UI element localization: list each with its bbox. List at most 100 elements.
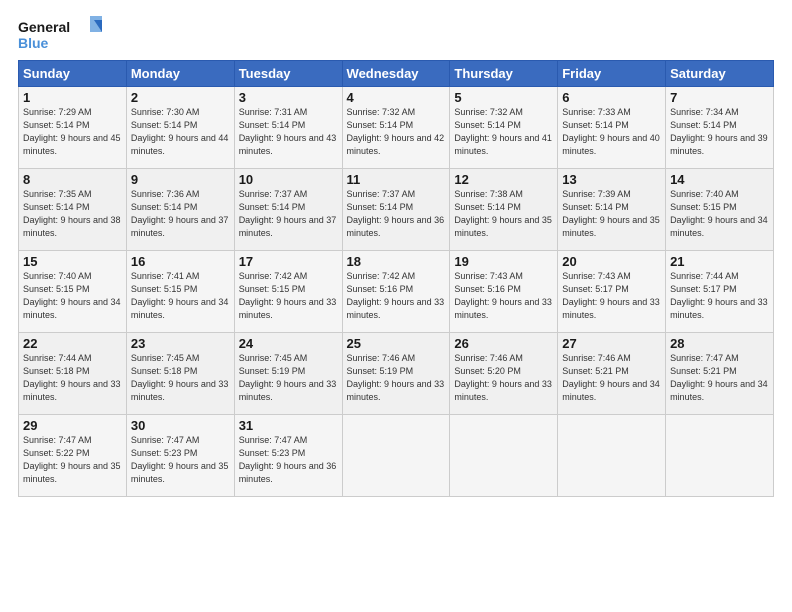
week-row-2: 8Sunrise: 7:35 AMSunset: 5:14 PMDaylight…	[19, 169, 774, 251]
col-header-monday: Monday	[126, 61, 234, 87]
day-cell: 9Sunrise: 7:36 AMSunset: 5:14 PMDaylight…	[126, 169, 234, 251]
col-header-saturday: Saturday	[666, 61, 774, 87]
day-number: 15	[23, 254, 122, 269]
day-number: 9	[131, 172, 230, 187]
day-number: 2	[131, 90, 230, 105]
day-info: Sunrise: 7:32 AMSunset: 5:14 PMDaylight:…	[347, 106, 446, 158]
day-cell: 15Sunrise: 7:40 AMSunset: 5:15 PMDayligh…	[19, 251, 127, 333]
day-number: 6	[562, 90, 661, 105]
day-info: Sunrise: 7:31 AMSunset: 5:14 PMDaylight:…	[239, 106, 338, 158]
day-info: Sunrise: 7:37 AMSunset: 5:14 PMDaylight:…	[239, 188, 338, 240]
week-row-3: 15Sunrise: 7:40 AMSunset: 5:15 PMDayligh…	[19, 251, 774, 333]
day-number: 21	[670, 254, 769, 269]
day-cell	[342, 415, 450, 497]
day-info: Sunrise: 7:34 AMSunset: 5:14 PMDaylight:…	[670, 106, 769, 158]
day-number: 26	[454, 336, 553, 351]
day-number: 8	[23, 172, 122, 187]
day-cell: 20Sunrise: 7:43 AMSunset: 5:17 PMDayligh…	[558, 251, 666, 333]
day-info: Sunrise: 7:40 AMSunset: 5:15 PMDaylight:…	[23, 270, 122, 322]
day-info: Sunrise: 7:45 AMSunset: 5:18 PMDaylight:…	[131, 352, 230, 404]
day-cell: 18Sunrise: 7:42 AMSunset: 5:16 PMDayligh…	[342, 251, 450, 333]
day-cell: 23Sunrise: 7:45 AMSunset: 5:18 PMDayligh…	[126, 333, 234, 415]
day-info: Sunrise: 7:37 AMSunset: 5:14 PMDaylight:…	[347, 188, 446, 240]
day-cell	[558, 415, 666, 497]
day-number: 18	[347, 254, 446, 269]
day-info: Sunrise: 7:44 AMSunset: 5:17 PMDaylight:…	[670, 270, 769, 322]
calendar-page: General Blue SundayMondayTuesdayWednesda…	[0, 0, 792, 612]
day-cell: 14Sunrise: 7:40 AMSunset: 5:15 PMDayligh…	[666, 169, 774, 251]
day-info: Sunrise: 7:47 AMSunset: 5:23 PMDaylight:…	[131, 434, 230, 486]
calendar-table: SundayMondayTuesdayWednesdayThursdayFrid…	[18, 60, 774, 497]
header-row: SundayMondayTuesdayWednesdayThursdayFrid…	[19, 61, 774, 87]
day-number: 28	[670, 336, 769, 351]
day-cell: 8Sunrise: 7:35 AMSunset: 5:14 PMDaylight…	[19, 169, 127, 251]
day-number: 17	[239, 254, 338, 269]
day-cell: 11Sunrise: 7:37 AMSunset: 5:14 PMDayligh…	[342, 169, 450, 251]
col-header-tuesday: Tuesday	[234, 61, 342, 87]
day-cell: 3Sunrise: 7:31 AMSunset: 5:14 PMDaylight…	[234, 87, 342, 169]
day-number: 25	[347, 336, 446, 351]
day-cell: 21Sunrise: 7:44 AMSunset: 5:17 PMDayligh…	[666, 251, 774, 333]
day-number: 31	[239, 418, 338, 433]
header: General Blue	[18, 16, 774, 52]
day-info: Sunrise: 7:40 AMSunset: 5:15 PMDaylight:…	[670, 188, 769, 240]
day-info: Sunrise: 7:35 AMSunset: 5:14 PMDaylight:…	[23, 188, 122, 240]
day-cell: 2Sunrise: 7:30 AMSunset: 5:14 PMDaylight…	[126, 87, 234, 169]
day-number: 24	[239, 336, 338, 351]
day-cell: 12Sunrise: 7:38 AMSunset: 5:14 PMDayligh…	[450, 169, 558, 251]
day-info: Sunrise: 7:39 AMSunset: 5:14 PMDaylight:…	[562, 188, 661, 240]
day-number: 5	[454, 90, 553, 105]
day-info: Sunrise: 7:36 AMSunset: 5:14 PMDaylight:…	[131, 188, 230, 240]
day-info: Sunrise: 7:46 AMSunset: 5:20 PMDaylight:…	[454, 352, 553, 404]
day-number: 1	[23, 90, 122, 105]
day-cell: 13Sunrise: 7:39 AMSunset: 5:14 PMDayligh…	[558, 169, 666, 251]
day-info: Sunrise: 7:38 AMSunset: 5:14 PMDaylight:…	[454, 188, 553, 240]
general-blue-logo: General Blue	[18, 16, 108, 52]
day-info: Sunrise: 7:46 AMSunset: 5:21 PMDaylight:…	[562, 352, 661, 404]
day-cell: 6Sunrise: 7:33 AMSunset: 5:14 PMDaylight…	[558, 87, 666, 169]
day-number: 29	[23, 418, 122, 433]
day-number: 19	[454, 254, 553, 269]
day-cell: 31Sunrise: 7:47 AMSunset: 5:23 PMDayligh…	[234, 415, 342, 497]
day-cell	[450, 415, 558, 497]
day-number: 13	[562, 172, 661, 187]
day-cell: 1Sunrise: 7:29 AMSunset: 5:14 PMDaylight…	[19, 87, 127, 169]
day-info: Sunrise: 7:43 AMSunset: 5:16 PMDaylight:…	[454, 270, 553, 322]
week-row-4: 22Sunrise: 7:44 AMSunset: 5:18 PMDayligh…	[19, 333, 774, 415]
day-cell: 5Sunrise: 7:32 AMSunset: 5:14 PMDaylight…	[450, 87, 558, 169]
day-info: Sunrise: 7:47 AMSunset: 5:23 PMDaylight:…	[239, 434, 338, 486]
day-cell: 16Sunrise: 7:41 AMSunset: 5:15 PMDayligh…	[126, 251, 234, 333]
day-number: 20	[562, 254, 661, 269]
day-info: Sunrise: 7:29 AMSunset: 5:14 PMDaylight:…	[23, 106, 122, 158]
day-info: Sunrise: 7:45 AMSunset: 5:19 PMDaylight:…	[239, 352, 338, 404]
day-number: 27	[562, 336, 661, 351]
day-cell: 17Sunrise: 7:42 AMSunset: 5:15 PMDayligh…	[234, 251, 342, 333]
day-cell: 24Sunrise: 7:45 AMSunset: 5:19 PMDayligh…	[234, 333, 342, 415]
day-number: 10	[239, 172, 338, 187]
day-info: Sunrise: 7:42 AMSunset: 5:16 PMDaylight:…	[347, 270, 446, 322]
day-number: 12	[454, 172, 553, 187]
day-info: Sunrise: 7:46 AMSunset: 5:19 PMDaylight:…	[347, 352, 446, 404]
day-number: 7	[670, 90, 769, 105]
day-info: Sunrise: 7:47 AMSunset: 5:22 PMDaylight:…	[23, 434, 122, 486]
svg-text:Blue: Blue	[18, 35, 49, 51]
day-cell: 27Sunrise: 7:46 AMSunset: 5:21 PMDayligh…	[558, 333, 666, 415]
week-row-1: 1Sunrise: 7:29 AMSunset: 5:14 PMDaylight…	[19, 87, 774, 169]
day-info: Sunrise: 7:32 AMSunset: 5:14 PMDaylight:…	[454, 106, 553, 158]
day-number: 3	[239, 90, 338, 105]
day-info: Sunrise: 7:41 AMSunset: 5:15 PMDaylight:…	[131, 270, 230, 322]
day-cell: 7Sunrise: 7:34 AMSunset: 5:14 PMDaylight…	[666, 87, 774, 169]
day-cell: 10Sunrise: 7:37 AMSunset: 5:14 PMDayligh…	[234, 169, 342, 251]
day-cell: 29Sunrise: 7:47 AMSunset: 5:22 PMDayligh…	[19, 415, 127, 497]
day-cell: 25Sunrise: 7:46 AMSunset: 5:19 PMDayligh…	[342, 333, 450, 415]
day-cell: 22Sunrise: 7:44 AMSunset: 5:18 PMDayligh…	[19, 333, 127, 415]
day-cell: 26Sunrise: 7:46 AMSunset: 5:20 PMDayligh…	[450, 333, 558, 415]
day-cell	[666, 415, 774, 497]
day-info: Sunrise: 7:42 AMSunset: 5:15 PMDaylight:…	[239, 270, 338, 322]
day-info: Sunrise: 7:33 AMSunset: 5:14 PMDaylight:…	[562, 106, 661, 158]
day-info: Sunrise: 7:30 AMSunset: 5:14 PMDaylight:…	[131, 106, 230, 158]
day-cell: 30Sunrise: 7:47 AMSunset: 5:23 PMDayligh…	[126, 415, 234, 497]
day-cell: 28Sunrise: 7:47 AMSunset: 5:21 PMDayligh…	[666, 333, 774, 415]
col-header-thursday: Thursday	[450, 61, 558, 87]
day-number: 4	[347, 90, 446, 105]
